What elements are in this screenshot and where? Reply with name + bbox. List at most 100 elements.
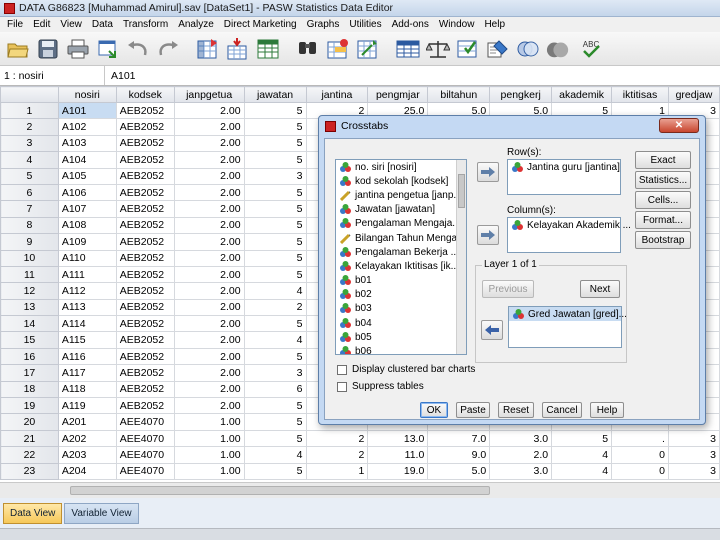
data-cell[interactable]: 2.00 [173, 315, 245, 333]
next-button[interactable]: Next [580, 280, 620, 298]
variable-list-item[interactable]: Pengalaman Mengaja... [336, 217, 466, 231]
data-cell[interactable]: 13.0 [367, 429, 429, 448]
redo-icon[interactable] [156, 37, 180, 61]
grid-corner[interactable] [0, 86, 59, 103]
data-cell[interactable]: AEB2052 [115, 380, 175, 399]
data-cell[interactable]: AEB2052 [115, 347, 175, 366]
menu-graphs[interactable]: Graphs [302, 19, 345, 30]
data-cell[interactable]: 5 [243, 151, 307, 169]
data-cell[interactable]: 5 [243, 265, 307, 284]
scroll-thumb[interactable] [70, 486, 490, 495]
row-number[interactable]: 8 [0, 216, 59, 235]
rows-box[interactable]: Jantina guru [jantina] [507, 159, 621, 195]
data-cell[interactable]: A204 [57, 462, 117, 480]
data-cell[interactable]: A102 [57, 118, 117, 136]
data-cell[interactable]: 2.00 [173, 216, 245, 235]
ok-button[interactable]: OK [420, 402, 448, 418]
row-number[interactable]: 23 [0, 462, 59, 480]
open-icon[interactable] [6, 37, 30, 61]
data-cell[interactable]: 5 [243, 249, 307, 267]
data-cell[interactable]: AEE4070 [115, 462, 175, 480]
data-cell[interactable]: 5.0 [427, 462, 491, 480]
row-number[interactable]: 1 [0, 101, 59, 120]
data-cell[interactable]: 3 [667, 446, 720, 464]
goto-case-icon[interactable] [196, 37, 220, 61]
data-cell[interactable]: A106 [57, 183, 117, 202]
column-header[interactable]: iktitisas [611, 86, 669, 103]
menu-edit[interactable]: Edit [28, 19, 55, 30]
close-button[interactable]: ✕ [659, 118, 699, 133]
data-cell[interactable]: 19.0 [367, 462, 429, 480]
data-cell[interactable]: 3 [243, 364, 307, 382]
column-header[interactable]: biltahun [427, 86, 491, 103]
goto-variable-icon[interactable] [226, 37, 250, 61]
print-icon[interactable] [66, 37, 90, 61]
data-cell[interactable]: 2.00 [173, 282, 245, 300]
column-header[interactable]: pengmjar [367, 86, 429, 103]
data-cell[interactable]: 5 [551, 429, 613, 448]
data-cell[interactable]: 1.00 [173, 413, 245, 431]
variable-list-item[interactable]: Bilangan Tahun Mengaj... [336, 231, 466, 245]
variable-list-item[interactable]: b06 [336, 344, 466, 354]
row-number[interactable]: 21 [0, 429, 59, 448]
menu-view[interactable]: View [55, 19, 87, 30]
row-number[interactable]: 2 [0, 118, 59, 136]
variable-list-item[interactable]: b01 [336, 274, 466, 288]
variable-list-item[interactable]: jantina pengetua [janp... [336, 188, 466, 202]
data-cell[interactable]: AEB2052 [115, 315, 175, 333]
data-cell[interactable]: 11.0 [367, 446, 429, 464]
data-cell[interactable]: 2.00 [173, 233, 245, 251]
column-header[interactable]: pengkerj [489, 86, 553, 103]
row-number[interactable]: 10 [0, 249, 59, 267]
data-cell[interactable]: A107 [57, 200, 117, 218]
data-cell[interactable]: 5 [243, 101, 307, 120]
find-icon[interactable] [296, 37, 320, 61]
data-cell[interactable]: A113 [57, 298, 117, 317]
variable-list-item[interactable]: Kelayakan Iktitisas [ik... [336, 259, 466, 273]
data-cell[interactable]: 2.00 [173, 265, 245, 284]
data-cell[interactable]: 5 [243, 315, 307, 333]
data-cell[interactable]: A203 [57, 446, 117, 464]
data-cell[interactable]: 2.00 [173, 364, 245, 382]
data-cell[interactable]: 2.00 [173, 249, 245, 267]
data-cell[interactable]: 2.00 [173, 200, 245, 218]
data-cell[interactable]: . [611, 429, 669, 448]
variable-list-item[interactable]: b02 [336, 288, 466, 302]
suppress-tables-checkbox[interactable]: Suppress tables [337, 381, 424, 392]
row-number[interactable]: 7 [0, 200, 59, 218]
column-header[interactable]: gredjaw [667, 86, 720, 103]
menu-help[interactable]: Help [479, 19, 510, 30]
data-cell[interactable]: 5 [243, 183, 307, 202]
menu-add-ons[interactable]: Add-ons [387, 19, 434, 30]
undo-icon[interactable] [126, 37, 150, 61]
data-cell[interactable]: AEB2052 [115, 151, 175, 169]
data-cell[interactable]: AEB2052 [115, 167, 175, 185]
data-cell[interactable]: 1.00 [173, 429, 245, 448]
data-cell[interactable]: 5 [243, 118, 307, 136]
data-cell[interactable]: 3 [243, 167, 307, 185]
data-cell[interactable]: 2.0 [489, 446, 553, 464]
source-variable-list[interactable]: no. siri [nosiri] kod sekolah [kodsek] jan… [335, 159, 467, 355]
data-cell[interactable]: 1.00 [173, 446, 245, 464]
help-button[interactable]: Help [590, 402, 624, 418]
row-number[interactable]: 6 [0, 183, 59, 202]
data-cell[interactable]: 2.00 [173, 167, 245, 185]
column-variable-item[interactable]: Kelayakan Akademik ... [508, 218, 631, 232]
row-number[interactable]: 11 [0, 265, 59, 284]
insert-cases-icon[interactable] [326, 37, 350, 61]
variable-list-item[interactable]: b04 [336, 316, 466, 330]
menu-direct-marketing[interactable]: Direct Marketing [219, 19, 302, 30]
data-cell[interactable]: 5 [243, 233, 307, 251]
paste-button[interactable]: Paste [456, 402, 490, 418]
row-number[interactable]: 9 [0, 233, 59, 251]
data-cell[interactable]: 2.00 [173, 118, 245, 136]
data-cell[interactable]: 3.0 [489, 429, 553, 448]
data-cell[interactable]: 5 [243, 462, 307, 480]
data-cell[interactable]: 1 [305, 462, 369, 480]
data-cell[interactable]: 2.00 [173, 331, 245, 349]
data-cell[interactable]: 3 [667, 462, 720, 480]
row-number[interactable]: 19 [0, 397, 59, 415]
data-cell[interactable]: AEE4070 [115, 429, 175, 448]
bootstrap-button[interactable]: Bootstrap [635, 231, 691, 249]
data-cell[interactable]: A108 [57, 216, 117, 235]
